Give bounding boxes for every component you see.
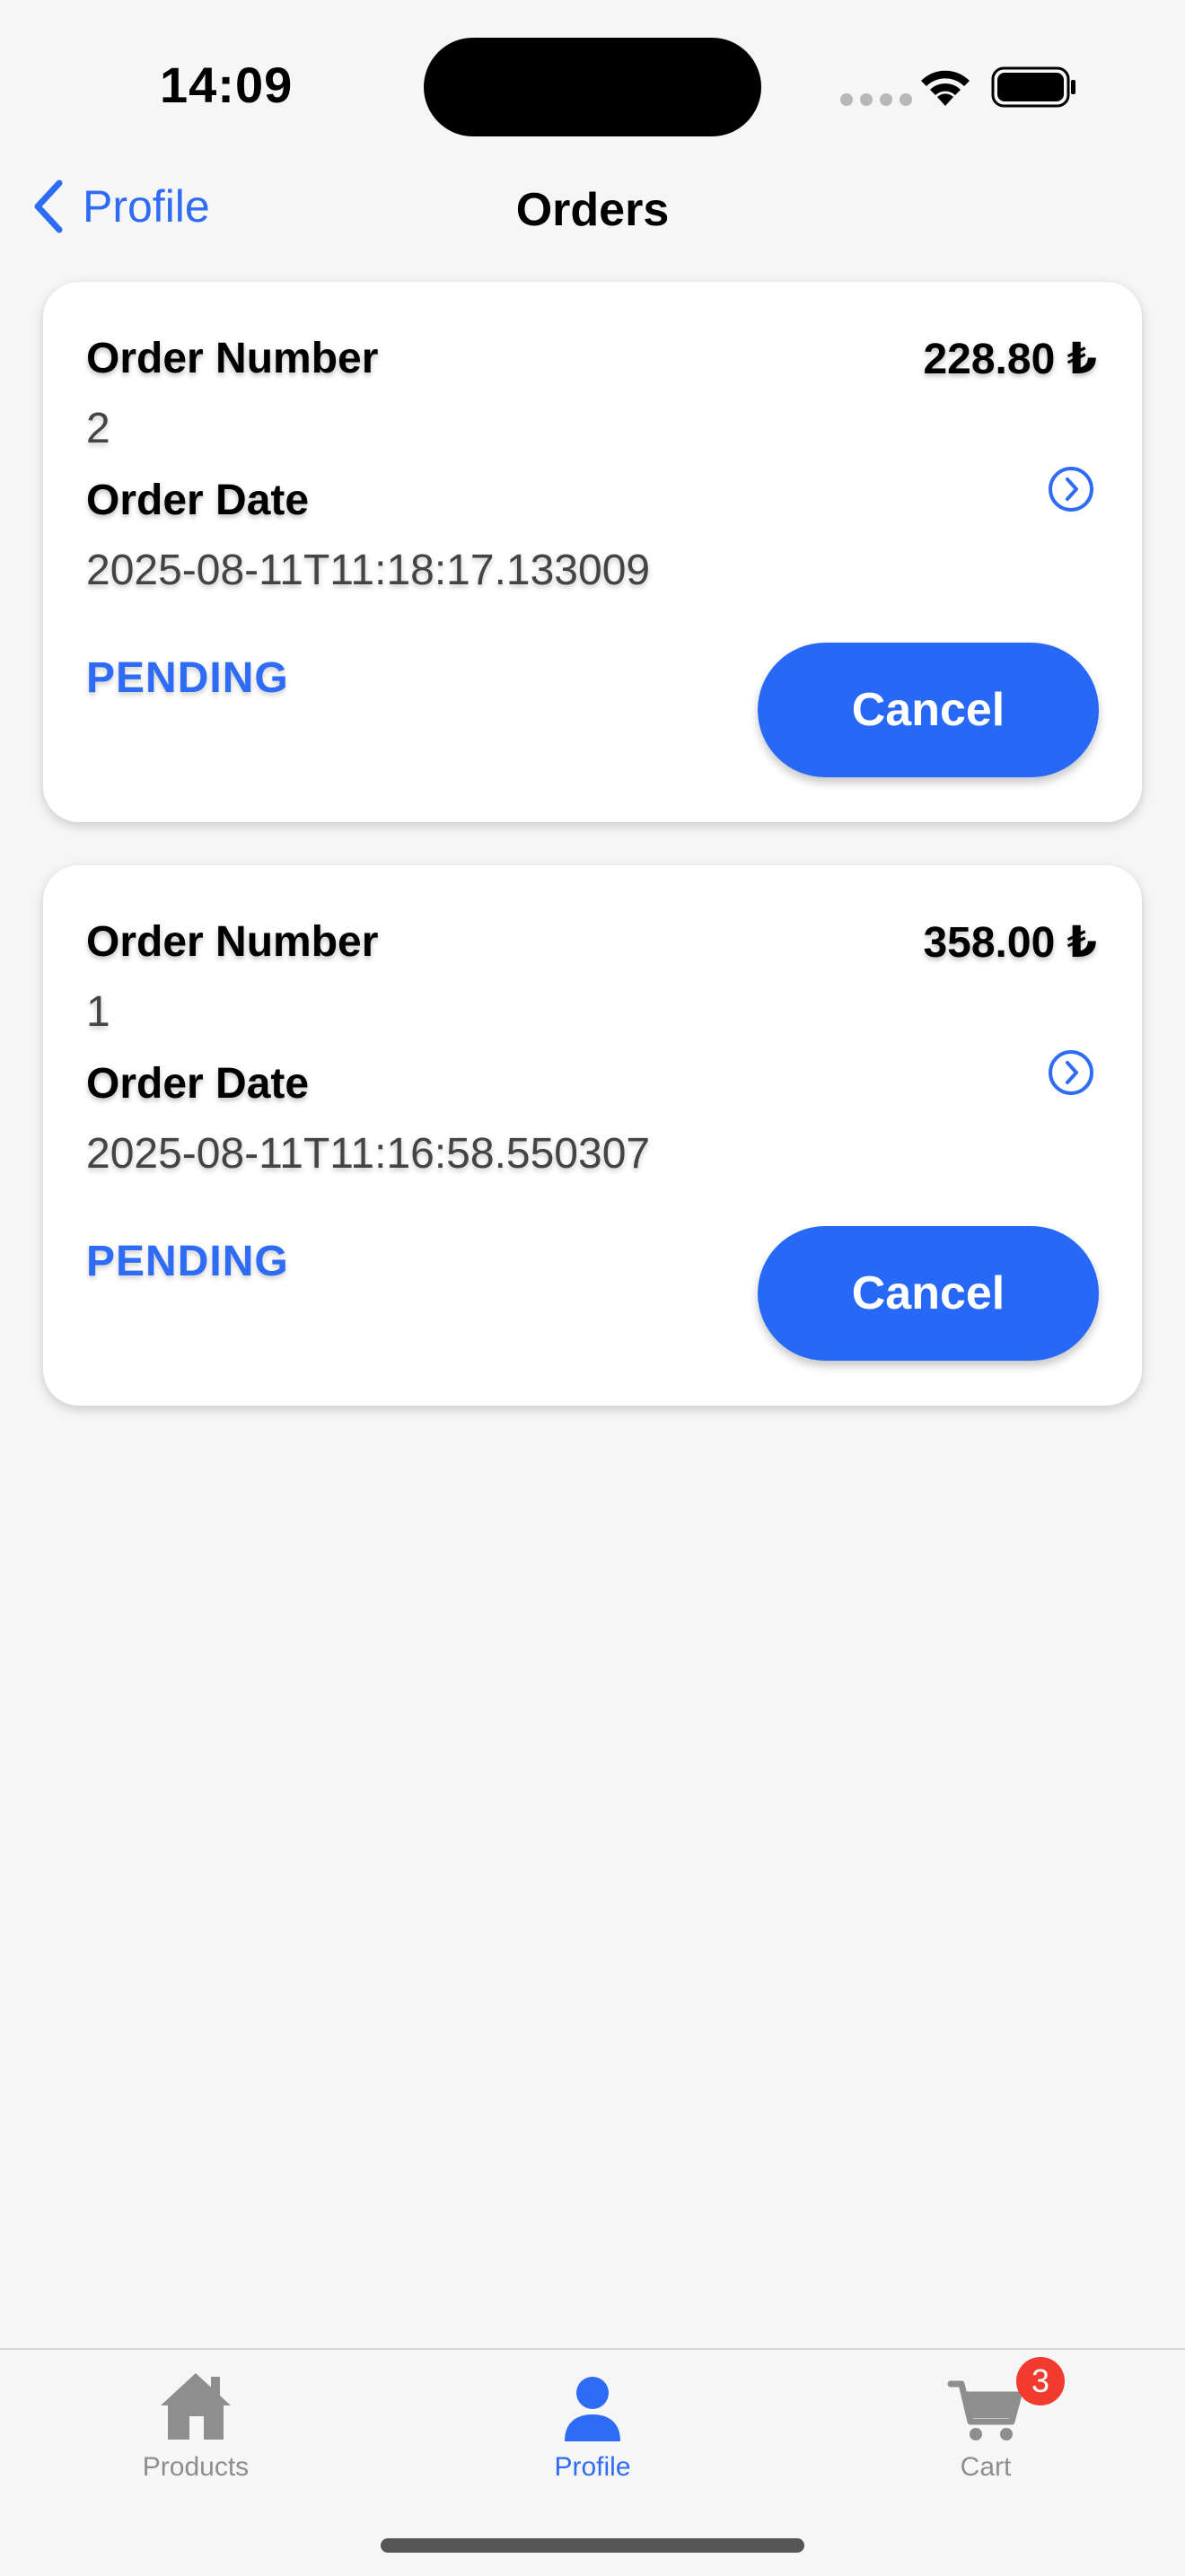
order-number-value: 2 [86, 405, 110, 452]
tab-profile-label: Profile [554, 2452, 631, 2482]
signal-icon [840, 93, 912, 106]
order-date-value: 2025-08-11T11:16:58.550307 [86, 1130, 651, 1178]
person-icon [565, 2377, 620, 2441]
cancel-order-button[interactable]: Cancel [758, 643, 1099, 777]
status-time: 14:09 [160, 57, 294, 113]
cart-icon [947, 2380, 1023, 2440]
order-status: PENDING [86, 1238, 289, 1285]
order-total: 358.00 ₺ [923, 919, 1097, 967]
order-total: 228.80 ₺ [923, 336, 1097, 383]
chevron-right-circle-icon[interactable] [1047, 465, 1095, 513]
order-number-value: 1 [86, 988, 110, 1036]
order-date-label: Order Date [86, 477, 310, 524]
chevron-right-circle-icon[interactable] [1047, 1048, 1095, 1097]
tab-cart[interactable]: Cart [869, 2366, 1102, 2483]
order-date-value: 2025-08-11T11:18:17.133009 [86, 547, 651, 594]
order-status: PENDING [86, 654, 289, 702]
tab-products-label: Products [142, 2452, 250, 2482]
wifi-icon [921, 70, 970, 106]
order-number-label: Order Number [86, 918, 379, 966]
page-title: Orders [515, 184, 670, 236]
cancel-order-button[interactable]: Cancel [758, 1226, 1099, 1361]
tab-cart-label: Cart [960, 2452, 1012, 2482]
battery-icon [991, 66, 1075, 108]
order-card: Order Number 358.00 ₺ 1 Order Date 2025-… [43, 865, 1142, 1406]
tab-products[interactable]: Products [79, 2366, 312, 2483]
cart-badge: 3 [1016, 2357, 1065, 2405]
order-date-label: Order Date [86, 1060, 310, 1108]
tab-profile[interactable]: Profile [476, 2366, 709, 2483]
dynamic-island [424, 38, 761, 136]
home-indicator[interactable] [381, 2538, 804, 2553]
house-icon [161, 2373, 231, 2440]
order-card: Order Number 228.80 ₺ 2 Order Date 2025-… [43, 282, 1142, 822]
order-number-label: Order Number [86, 335, 379, 382]
